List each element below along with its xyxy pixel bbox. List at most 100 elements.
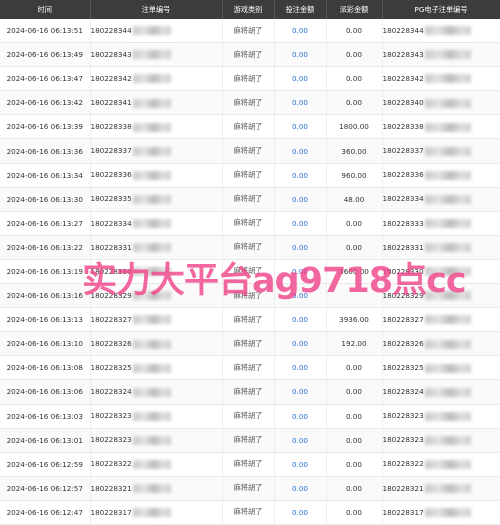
- cell-time-text: 2024-06-16 06:13:27: [6, 218, 83, 228]
- cell-bet-number-text: 180228325: [90, 363, 132, 373]
- cell-time: 2024-06-16 06:13:39: [0, 114, 91, 140]
- cell-pg-bet-number: 180228333: [382, 211, 500, 236]
- redacted-blur: [132, 291, 171, 301]
- cell-bet-number: 180228323: [90, 428, 223, 453]
- cell-game-type: 麻将胡了: [222, 283, 275, 309]
- cell-time-text: 2024-06-16 06:13:34: [6, 170, 83, 180]
- cell-payout-amount-text: 0.00: [345, 387, 362, 397]
- table-row[interactable]: 2024-06-16 06:13:51 180228344 麻将胡了 0.00 0.00…: [0, 19, 500, 44]
- cell-time: 2024-06-16 06:13:51: [0, 19, 91, 44]
- table-row[interactable]: 2024-06-16 06:13:08 180228325 麻将胡了 0.00 0.00…: [0, 355, 500, 381]
- cell-game-type-text: 麻将胡了: [233, 194, 263, 204]
- table-row[interactable]: 2024-06-16 06:12:59 180228322 麻将胡了 0.00 0.00…: [0, 452, 500, 477]
- bet-records-table: 时间 注单编号 游戏类别 投注金额 派彩金额 PG电子注单编号 2024-06-…: [0, 0, 500, 525]
- cell-bet-amount-text: 0.00: [291, 266, 308, 276]
- cell-game-type: 麻将胡了: [222, 19, 275, 44]
- header-bet-amount[interactable]: 投注金额: [274, 0, 327, 19]
- cell-time-text: 2024-06-16 06:13:49: [6, 50, 83, 60]
- cell-time-text: 2024-06-16 06:13:08: [6, 363, 83, 373]
- table-row[interactable]: 2024-06-16 06:13:27 180228334 麻将胡了 0.00 0.00…: [0, 211, 500, 236]
- cell-payout-amount-text: 960.00: [341, 170, 367, 180]
- table-row[interactable]: 2024-06-16 06:13:22 180228331 麻将胡了 0.00 0.00…: [0, 235, 500, 260]
- table-row[interactable]: 2024-06-16 06:13:47 180228342 麻将胡了 0.00 0.00…: [0, 66, 500, 92]
- cell-bet-number-text: 180228337: [90, 146, 132, 156]
- cell-bet-amount-text: 0.00: [291, 170, 308, 180]
- table-row[interactable]: 2024-06-16 06:13:39 180228338 麻将胡了 0.00 1800…: [0, 114, 500, 140]
- cell-bet-amount: 0.00: [274, 307, 327, 333]
- cell-payout-amount: 360.00: [326, 138, 383, 164]
- table-row[interactable]: 2024-06-16 06:13:16 180228329 麻将胡了 0.00 1802…: [0, 283, 500, 309]
- cell-bet-amount: 0.00: [274, 90, 327, 116]
- cell-bet-amount: 0.00: [274, 163, 327, 188]
- cell-payout-amount-text: 0.00: [345, 218, 362, 228]
- cell-time-text: 2024-06-16 06:13:51: [6, 26, 83, 36]
- redacted-blur: [132, 435, 171, 445]
- cell-bet-number-text: 180228335: [90, 194, 132, 204]
- cell-game-type: 麻将胡了: [222, 66, 275, 92]
- cell-pg-bet-number-text: 180228340: [382, 98, 424, 108]
- cell-bet-amount-text: 0.00: [291, 411, 308, 421]
- cell-time-text: 2024-06-16 06:13:22: [6, 242, 83, 252]
- cell-pg-bet-number-text: 180228334: [382, 194, 424, 204]
- table-row[interactable]: 2024-06-16 06:13:49 180228343 麻将胡了 0.00 0.00…: [0, 42, 500, 68]
- table-row[interactable]: 2024-06-16 06:12:57 180228321 麻将胡了 0.00 0.00…: [0, 476, 500, 501]
- table-row[interactable]: 2024-06-16 06:12:47 180228317 麻将胡了 0.00 0.00…: [0, 500, 500, 525]
- cell-game-type-text: 麻将胡了: [233, 290, 263, 300]
- cell-pg-bet-number-text: 180228343: [382, 49, 424, 59]
- table-row[interactable]: 2024-06-16 06:13:10 180228326 麻将胡了 0.00 192.…: [0, 331, 500, 357]
- cell-bet-number: 180228327: [90, 307, 223, 333]
- cell-payout-amount-text: 3936.00: [339, 315, 369, 325]
- table-row[interactable]: 2024-06-16 06:13:36 180228337 麻将胡了 0.00 360.…: [0, 138, 500, 164]
- table-row[interactable]: 2024-06-16 06:13:42 180228341 麻将胡了 0.00 0.00…: [0, 90, 500, 116]
- cell-game-type: 麻将胡了: [222, 163, 275, 188]
- cell-pg-bet-number: 180228321: [382, 476, 500, 501]
- cell-bet-amount-text: 0.00: [291, 507, 308, 517]
- cell-bet-number-text: 180228342: [90, 73, 132, 83]
- header-payout-amount[interactable]: 派彩金额: [326, 0, 383, 19]
- cell-time: 2024-06-16 06:12:57: [0, 476, 91, 501]
- cell-payout-amount-text: 360.00: [341, 146, 367, 156]
- table-row[interactable]: 2024-06-16 06:13:01 180228323 麻将胡了 0.00 0.00…: [0, 428, 500, 453]
- table-row[interactable]: 2024-06-16 06:13:13 180228327 麻将胡了 0.00 3936…: [0, 307, 500, 333]
- redacted-blur: [424, 484, 471, 494]
- cell-pg-bet-number-text: 180228317: [382, 507, 424, 517]
- cell-game-type-text: 麻将胡了: [233, 435, 263, 445]
- cell-time-text: 2024-06-16 06:13:42: [6, 98, 83, 108]
- cell-bet-number: 180228334: [90, 211, 223, 236]
- table-row[interactable]: 2024-06-16 06:13:19 180228330 麻将胡了 0.00 3600…: [0, 259, 500, 285]
- cell-pg-bet-number: 180228327: [382, 307, 500, 333]
- cell-payout-amount-text: 0.00: [345, 98, 362, 108]
- table-row[interactable]: 2024-06-16 06:13:03 180228323 麻将胡了 0.00 0.00…: [0, 404, 500, 429]
- redacted-blur: [424, 170, 471, 180]
- table-header-row: 时间 注单编号 游戏类别 投注金额 派彩金额 PG电子注单编号: [0, 0, 500, 19]
- cell-time-text: 2024-06-16 06:13:36: [6, 146, 83, 156]
- cell-time: 2024-06-16 06:13:22: [0, 235, 91, 260]
- cell-pg-bet-number: 180228344: [382, 19, 500, 44]
- table-row[interactable]: 2024-06-16 06:13:34 180228336 麻将胡了 0.00 960.…: [0, 163, 500, 188]
- cell-bet-number: 180228337: [90, 138, 223, 164]
- header-bet-number[interactable]: 注单编号: [90, 0, 223, 19]
- table-row[interactable]: 2024-06-16 06:13:30 180228335 麻将胡了 0.00 48.0…: [0, 187, 500, 212]
- cell-bet-amount-text: 0.00: [291, 146, 308, 156]
- cell-bet-amount: 0.00: [274, 379, 327, 405]
- cell-bet-amount-text: 0.00: [291, 483, 308, 493]
- cell-bet-amount-text: 0.00: [291, 98, 308, 108]
- header-pg-bet-number[interactable]: PG电子注单编号: [382, 0, 500, 19]
- redacted-blur: [132, 50, 171, 60]
- cell-payout-amount: 48.00: [326, 187, 383, 212]
- cell-payout-amount-text: 48.00: [343, 194, 365, 204]
- cell-pg-bet-number-text: 180228327: [382, 314, 424, 324]
- cell-game-type: 麻将胡了: [222, 42, 275, 68]
- header-time[interactable]: 时间: [0, 0, 91, 19]
- cell-payout-amount: 0.00: [326, 66, 383, 92]
- cell-pg-bet-number-text: 180228336: [382, 170, 424, 180]
- redacted-blur: [424, 411, 471, 421]
- header-game-type[interactable]: 游戏类别: [222, 0, 275, 19]
- cell-payout-amount: 0.00: [326, 500, 383, 525]
- table-row[interactable]: 2024-06-16 06:13:06 180228324 麻将胡了 0.00 0.00…: [0, 379, 500, 405]
- cell-time: 2024-06-16 06:13:01: [0, 428, 91, 453]
- cell-time-text: 2024-06-16 06:13:30: [6, 194, 83, 204]
- cell-game-type-text: 麻将胡了: [233, 170, 263, 180]
- cell-bet-number-text: 180228321: [90, 483, 132, 493]
- redacted-blur: [132, 122, 171, 132]
